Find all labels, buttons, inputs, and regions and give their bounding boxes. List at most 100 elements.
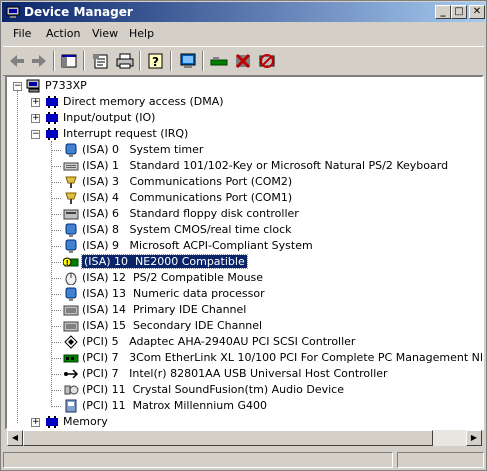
tree-line — [51, 214, 61, 215]
tree-line — [51, 262, 61, 263]
device-row-label: (PCI) 7 Intel(r) 82801AA USB Universal H… — [82, 367, 388, 380]
device-row[interactable]: (ISA) 6 Standard floppy disk controller — [82, 206, 299, 222]
show-hide-console-tree-icon[interactable] — [59, 52, 79, 70]
menu-help[interactable]: Help — [129, 27, 154, 40]
sound-icon — [64, 385, 79, 395]
menu-view[interactable]: View — [92, 27, 118, 40]
usb-icon — [64, 369, 79, 379]
keyboard-icon — [63, 162, 79, 171]
display-adapter-icon — [65, 399, 77, 413]
tree-line — [51, 406, 61, 407]
tree-line — [51, 342, 61, 343]
device-row[interactable]: (PCI) 7 Intel(r) 82801AA USB Universal H… — [82, 366, 388, 382]
system-device-icon — [65, 223, 77, 237]
expand-io-toggle[interactable]: + — [31, 114, 40, 123]
device-row-label: (ISA) 10 NE2000 Compatible — [81, 254, 248, 269]
scroll-thumb[interactable] — [23, 430, 433, 446]
toolbar-separator — [202, 51, 204, 71]
disable-device-icon[interactable] — [233, 52, 253, 70]
back-icon[interactable] — [7, 52, 27, 70]
uninstall-icon[interactable] — [257, 52, 277, 70]
device-row[interactable]: (ISA) 15 Secondary IDE Channel — [82, 318, 262, 334]
resource-category-icon — [46, 128, 58, 140]
tree-line — [51, 198, 61, 199]
resource-category-icon — [46, 96, 58, 108]
device-row-label: (ISA) 14 Primary IDE Channel — [82, 303, 247, 316]
category-io[interactable]: Input/output (IO) — [63, 110, 155, 126]
tree-line — [51, 278, 61, 279]
category-dma[interactable]: Direct memory access (DMA) — [63, 94, 224, 110]
menu-bar: File Action View Help — [3, 24, 484, 44]
category-irq[interactable]: Interrupt request (IRQ) — [63, 126, 188, 142]
status-bar — [3, 451, 484, 469]
device-row[interactable]: (PCI) 5 Adaptec AHA-2940AU PCI SCSI Cont… — [82, 334, 355, 350]
close-button[interactable]: ✕ — [469, 5, 485, 19]
toolbar-separator — [53, 51, 55, 71]
device-row[interactable]: (ISA) 3 Communications Port (COM2) — [82, 174, 292, 190]
device-row-label: (ISA) 8 System CMOS/real time clock — [82, 223, 292, 236]
network-adapter-warning-icon: ! — [63, 257, 79, 267]
device-row[interactable]: (PCI) 7 3Com EtherLink XL 10/100 PCI For… — [82, 350, 484, 366]
device-row-label: (ISA) 4 Communications Port (COM1) — [82, 191, 293, 204]
scan-hardware-changes-icon[interactable] — [178, 52, 198, 70]
forward-icon[interactable] — [29, 52, 49, 70]
tree-line — [51, 310, 61, 311]
toolbar-separator — [170, 51, 172, 71]
device-row[interactable]: (ISA) 12 PS/2 Compatible Mouse — [82, 270, 263, 286]
scroll-left-button[interactable]: ◀ — [7, 430, 23, 446]
tree-line — [51, 246, 61, 247]
device-row-label: (PCI) 7 3Com EtherLink XL 10/100 PCI For… — [82, 351, 484, 364]
title-bar[interactable]: Device Manager _ □ ✕ — [2, 2, 485, 22]
expand-dma-toggle[interactable]: + — [31, 98, 40, 107]
system-device-icon — [65, 287, 77, 301]
device-row[interactable]: (ISA) 14 Primary IDE Channel — [82, 302, 246, 318]
port-icon — [65, 176, 77, 188]
device-row[interactable]: (ISA) 10 NE2000 Compatible — [81, 254, 248, 270]
collapse-root-toggle[interactable]: − — [13, 82, 22, 91]
menu-action[interactable]: Action — [46, 27, 80, 40]
expand-memory-toggle[interactable]: + — [31, 418, 40, 427]
tree-line — [51, 390, 61, 391]
tree-line — [51, 166, 61, 167]
device-row[interactable]: (ISA) 8 System CMOS/real time clock — [82, 222, 292, 238]
device-row[interactable]: (ISA) 4 Communications Port (COM1) — [82, 190, 292, 206]
properties-icon[interactable] — [91, 52, 111, 70]
tree-line — [51, 358, 61, 359]
toolbar: ? — [3, 46, 484, 76]
device-manager-window: Device Manager _ □ ✕ File Action View He… — [0, 0, 487, 471]
collapse-irq-toggle[interactable]: − — [31, 130, 40, 139]
tree-line — [51, 230, 61, 231]
print-icon[interactable] — [115, 52, 135, 70]
device-row-label: (ISA) 9 Microsoft ACPI-Compliant System — [82, 239, 313, 252]
device-row-label: (ISA) 15 Secondary IDE Channel — [82, 319, 263, 332]
device-row-label: (PCI) 5 Adaptec AHA-2940AU PCI SCSI Cont… — [82, 335, 356, 348]
toolbar-separator — [83, 51, 85, 71]
horizontal-scrollbar[interactable]: ◀ ▶ — [7, 430, 482, 446]
device-manager-app-icon — [6, 6, 20, 18]
device-tree[interactable]: − P733XP + Direct memory access (DMA) + … — [5, 75, 484, 430]
update-driver-icon[interactable] — [209, 52, 229, 70]
device-row[interactable]: (ISA) 13 Numeric data processor — [82, 286, 265, 302]
tree-line — [51, 141, 52, 407]
port-icon — [65, 192, 77, 204]
system-device-icon — [65, 239, 77, 253]
tree-line — [51, 374, 61, 375]
device-row[interactable]: (PCI) 11 Matrox Millennium G400 — [82, 398, 267, 414]
device-row[interactable]: (PCI) 11 Crystal SoundFusion(tm) Audio D… — [82, 382, 344, 398]
resource-category-icon — [46, 416, 58, 428]
device-row-label: (ISA) 1 Standard 101/102-Key or Microsof… — [82, 159, 449, 172]
category-memory[interactable]: Memory — [63, 414, 108, 428]
device-row[interactable]: (ISA) 9 Microsoft ACPI-Compliant System — [82, 238, 313, 254]
device-row-label: (ISA) 12 PS/2 Compatible Mouse — [82, 271, 264, 284]
svg-text:?: ? — [152, 55, 159, 69]
root-computer-label[interactable]: P733XP — [45, 78, 87, 94]
scroll-right-button[interactable]: ▶ — [466, 430, 482, 446]
menu-file[interactable]: File — [13, 27, 31, 40]
toolbar-separator — [139, 51, 141, 71]
minimize-button[interactable]: _ — [435, 5, 451, 19]
device-row[interactable]: (ISA) 1 Standard 101/102-Key or Microsof… — [82, 158, 448, 174]
maximize-button[interactable]: □ — [451, 5, 467, 19]
tree-line — [51, 182, 61, 183]
help-icon[interactable]: ? — [146, 52, 166, 70]
device-row[interactable]: (ISA) 0 System timer — [82, 142, 203, 158]
